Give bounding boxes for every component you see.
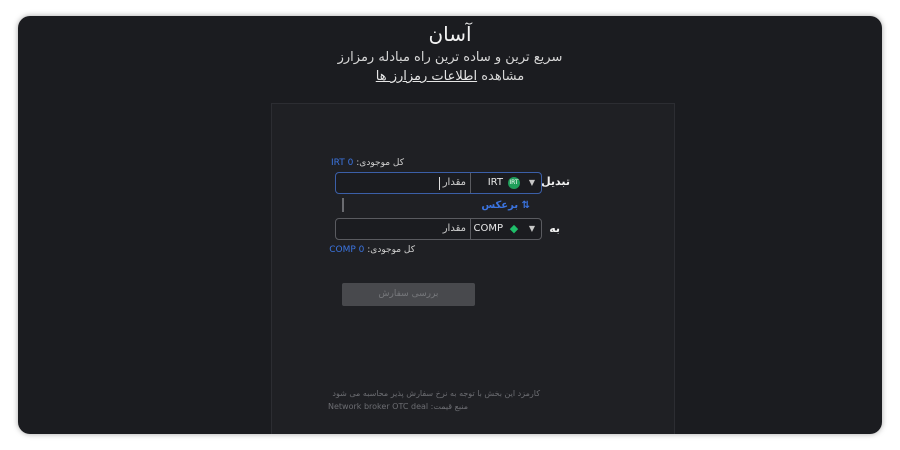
irt-coin-icon: IRT — [508, 177, 520, 189]
chevron-down-icon: ▼ — [528, 224, 535, 233]
page-title: آسان — [428, 22, 472, 46]
comp-coin-icon: ◆ — [509, 222, 519, 235]
from-currency-select[interactable]: IRT IRT ▼ — [470, 173, 541, 193]
page-subtitle: سریع ترین و ساده ترین راه مبادله رمزارز — [337, 50, 563, 65]
to-amount-field[interactable]: مقدار COMP ◆ ▼ — [335, 218, 542, 240]
price-source-label: منبع قیمت: — [430, 402, 468, 411]
text-cursor — [439, 177, 440, 190]
info-prefix: مشاهده — [481, 69, 525, 84]
price-source-note: منبع قیمت: Network broker OTC deal — [328, 402, 468, 411]
app-window: آسان سریع ترین و ساده ترین راه مبادله رم… — [18, 16, 882, 434]
to-label: به — [549, 222, 560, 235]
swap-icon: ⇅ — [521, 200, 530, 211]
info-line: مشاهده اطلاعات رمزارز ها — [18, 69, 882, 84]
from-amount-placeholder: مقدار — [442, 177, 466, 188]
fee-note: کارمزد این بخش با توجه به نرخ سفارش پذیر… — [332, 389, 540, 398]
crypto-info-link[interactable]: اطلاعات رمزارز ها — [376, 69, 477, 84]
from-amount-field[interactable]: مقدار IRT IRT ▼ — [335, 172, 542, 194]
to-currency-select[interactable]: COMP ◆ ▼ — [470, 219, 541, 239]
swap-button[interactable]: ⇅ برعکس — [481, 200, 530, 211]
to-balance: کل موجودی: 0 COMP — [329, 245, 415, 255]
from-label: تبدیل — [541, 175, 570, 188]
swap-label: برعکس — [481, 200, 519, 211]
to-balance-label: کل موجودی: — [367, 245, 415, 255]
exchange-panel: کل موجودی: 0 IRT تبدیل مقدار IRT IRT ▼ ⇅… — [271, 103, 675, 434]
from-balance-label: کل موجودی: — [356, 158, 404, 168]
divider-bar — [342, 198, 344, 212]
price-source-value: Network broker OTC deal — [328, 402, 429, 411]
from-balance: کل موجودی: 0 IRT — [331, 158, 404, 168]
chevron-down-icon: ▼ — [528, 178, 535, 187]
to-balance-value[interactable]: 0 COMP — [329, 245, 364, 255]
to-currency-code: COMP — [473, 223, 503, 234]
from-currency-code: IRT — [487, 177, 503, 188]
to-amount-placeholder: مقدار — [442, 223, 466, 234]
from-balance-value[interactable]: 0 IRT — [331, 158, 353, 168]
review-order-button[interactable]: بررسی سفارش — [342, 283, 475, 306]
